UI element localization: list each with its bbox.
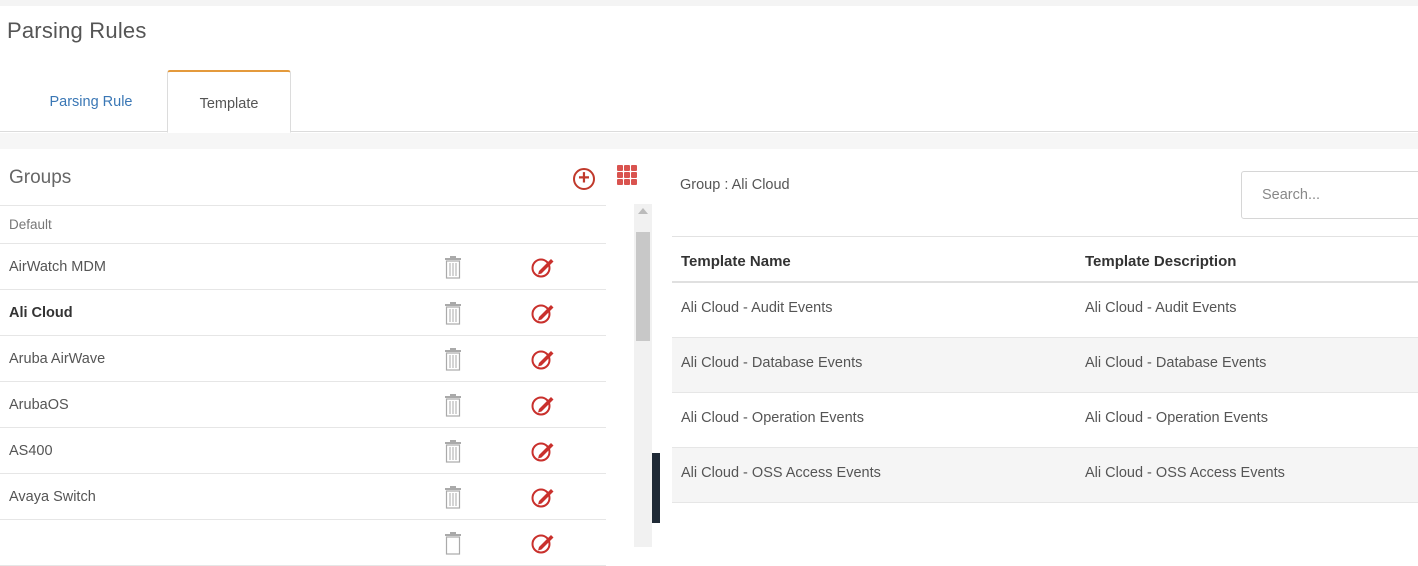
template-panel: Group : Ali Cloud Template Name Template… bbox=[664, 149, 1418, 547]
group-label: AirWatch MDM bbox=[9, 259, 106, 275]
page-title: Parsing Rules bbox=[7, 18, 147, 43]
cell-template-name: Ali Cloud - OSS Access Events bbox=[681, 465, 881, 481]
list-item[interactable]: Default bbox=[0, 206, 606, 244]
list-item[interactable]: AS400 bbox=[0, 428, 606, 474]
trash-icon[interactable] bbox=[443, 393, 463, 417]
cell-template-name: Ali Cloud - Database Events bbox=[681, 355, 863, 371]
edit-icon[interactable] bbox=[531, 348, 555, 370]
group-label: Ali Cloud bbox=[9, 305, 73, 321]
cell-template-description: Ali Cloud - OSS Access Events bbox=[1085, 465, 1285, 481]
groups-scrollbar[interactable] bbox=[634, 204, 652, 547]
top-strip bbox=[0, 0, 1418, 6]
trash-icon[interactable] bbox=[443, 255, 463, 279]
column-header-template-name[interactable]: Template Name bbox=[681, 253, 791, 270]
table-row[interactable]: Ali Cloud - Audit Events Ali Cloud - Aud… bbox=[672, 283, 1418, 338]
list-item[interactable]: Avaya Switch bbox=[0, 474, 606, 520]
groups-list: Default AirWatch MDM Ali Cloud Aruba Air… bbox=[0, 205, 606, 566]
templates-table: Template Name Template Description Ali C… bbox=[672, 236, 1418, 503]
list-item[interactable]: Aruba AirWave bbox=[0, 336, 606, 382]
table-row[interactable]: Ali Cloud - Database Events Ali Cloud - … bbox=[672, 338, 1418, 393]
trash-icon[interactable] bbox=[443, 347, 463, 371]
trash-icon[interactable] bbox=[443, 301, 463, 325]
trash-icon[interactable] bbox=[443, 485, 463, 509]
list-item[interactable] bbox=[0, 520, 606, 566]
edit-icon[interactable] bbox=[531, 440, 555, 462]
groups-header: Groups + bbox=[0, 149, 658, 205]
tab-template[interactable]: Template bbox=[167, 70, 291, 133]
scroll-up-arrow-icon[interactable] bbox=[638, 208, 648, 214]
cell-template-description: Ali Cloud - Audit Events bbox=[1085, 300, 1237, 316]
tab-parsing-rule[interactable]: Parsing Rule bbox=[16, 70, 166, 132]
edit-icon[interactable] bbox=[531, 486, 555, 508]
group-label: AS400 bbox=[9, 443, 53, 459]
scrollbar-thumb[interactable] bbox=[636, 232, 650, 341]
search-input[interactable] bbox=[1262, 187, 1418, 203]
panel-splitter[interactable] bbox=[652, 453, 660, 523]
section-divider bbox=[0, 133, 1418, 149]
table-row[interactable]: Ali Cloud - Operation Events Ali Cloud -… bbox=[672, 393, 1418, 448]
column-header-template-description[interactable]: Template Description bbox=[1085, 253, 1236, 270]
edit-icon[interactable] bbox=[531, 256, 555, 278]
list-item[interactable]: Ali Cloud bbox=[0, 290, 606, 336]
list-item[interactable]: ArubaOS bbox=[0, 382, 606, 428]
groups-title: Groups bbox=[9, 167, 72, 188]
edit-icon[interactable] bbox=[531, 302, 555, 324]
group-label: Aruba AirWave bbox=[9, 351, 106, 367]
groups-panel: Groups + Default AirWatch MDM Ali Cloud … bbox=[0, 149, 658, 566]
group-label: ArubaOS bbox=[9, 397, 69, 413]
selected-group-label: Group : Ali Cloud bbox=[680, 177, 790, 193]
grid-view-icon[interactable] bbox=[617, 165, 637, 185]
group-label: Default bbox=[9, 217, 52, 232]
cell-template-description: Ali Cloud - Operation Events bbox=[1085, 410, 1268, 426]
list-item[interactable]: AirWatch MDM bbox=[0, 244, 606, 290]
table-header: Template Name Template Description bbox=[672, 236, 1418, 283]
search-input-wrapper[interactable] bbox=[1241, 171, 1418, 219]
trash-icon[interactable] bbox=[443, 531, 463, 555]
tab-bar: Parsing Rule Template bbox=[0, 70, 1418, 133]
group-label: Avaya Switch bbox=[9, 489, 96, 505]
cell-template-name: Ali Cloud - Operation Events bbox=[681, 410, 864, 426]
edit-icon[interactable] bbox=[531, 394, 555, 416]
trash-icon[interactable] bbox=[443, 439, 463, 463]
cell-template-name: Ali Cloud - Audit Events bbox=[681, 300, 833, 316]
table-row[interactable]: Ali Cloud - OSS Access Events Ali Cloud … bbox=[672, 448, 1418, 503]
cell-template-description: Ali Cloud - Database Events bbox=[1085, 355, 1267, 371]
add-group-button[interactable]: + bbox=[573, 168, 595, 190]
edit-icon[interactable] bbox=[531, 532, 555, 554]
